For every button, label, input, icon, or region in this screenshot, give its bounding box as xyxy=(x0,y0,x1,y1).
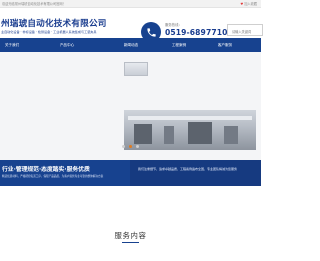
welcome-text: 欢迎光临常州瑞琥自动化技术有限公司官网！ xyxy=(2,2,66,6)
control-panel-image xyxy=(124,62,148,76)
add-favorite-label: 加入收藏 xyxy=(244,2,257,6)
company-name[interactable]: 州瑞琥自动化技术有限公司 xyxy=(1,17,107,29)
slider-dot-active[interactable] xyxy=(129,145,132,148)
nav-item-about[interactable]: 关于我们 xyxy=(0,38,24,52)
main-nav: 关于我们 产品中心 新闻动态 工程案例 客户服务 xyxy=(0,38,261,52)
company-subtitle: 业自动化设备 · 非标设备 · 检测设备 · 工业机器人系统集成与工装夹具 xyxy=(1,30,97,34)
heart-icon: ♥ xyxy=(240,2,244,6)
slider-dot[interactable] xyxy=(122,145,125,148)
top-bar: 欢迎光临常州瑞琥自动化技术有限公司官网！ ♥加入收藏 xyxy=(0,0,261,8)
nav-item-news[interactable]: 新闻动态 xyxy=(116,38,146,52)
slogan-text: 行业·管理规范·态度踏实·服务优质 xyxy=(2,167,90,173)
slider-dot[interactable] xyxy=(136,145,139,148)
hotline-label: 服务热线： xyxy=(165,23,182,27)
nav-item-service[interactable]: 客户服务 xyxy=(210,38,240,52)
title-underline xyxy=(122,242,139,243)
hero-banner[interactable] xyxy=(0,52,261,160)
intro-text: 我们注重细节，追求卓越品质，工程案例遍布全国，专业团队竭诚为您服务 xyxy=(138,167,238,171)
nav-item-products[interactable]: 产品中心 xyxy=(52,38,82,52)
machine-image xyxy=(124,110,256,150)
intro-strip xyxy=(130,160,261,186)
add-favorite-link[interactable]: ♥加入收藏 xyxy=(240,1,257,6)
nav-item-cases[interactable]: 工程案例 xyxy=(164,38,194,52)
hotline-number: 0519-68977108 xyxy=(165,28,233,37)
search-input[interactable] xyxy=(227,24,263,36)
services-title: 服务内容 xyxy=(114,231,147,240)
slogan-subtext: 精选优质材料，严格把控每道工序，保障产品品质，为客户提供专业可靠的整体解决方案 xyxy=(2,175,104,178)
slider-dots xyxy=(122,145,140,150)
site-header: 州瑞琥自动化技术有限公司 业自动化设备 · 非标设备 · 检测设备 · 工业机器… xyxy=(0,8,263,42)
